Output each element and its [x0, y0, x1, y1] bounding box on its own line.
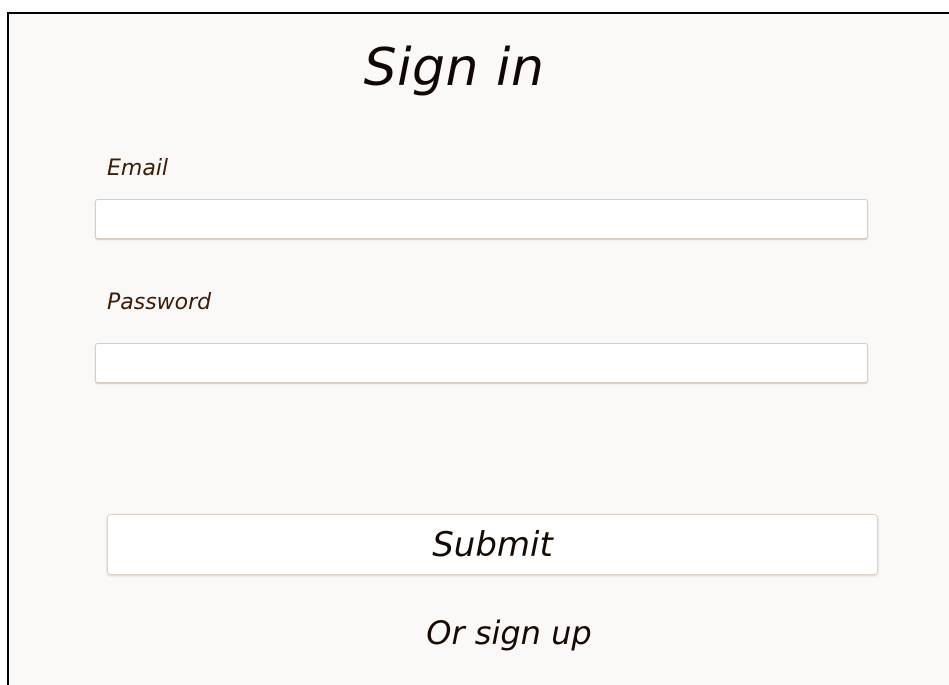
password-label: Password [107, 290, 212, 315]
submit-button[interactable]: Submit [107, 514, 878, 575]
sign-up-link[interactable]: Or sign up [9, 614, 949, 652]
page-title: Sign in [363, 38, 545, 98]
sign-in-form: Sign in Email Password Submit Or sign up [7, 12, 949, 685]
password-field[interactable] [95, 343, 868, 383]
email-label: Email [107, 156, 169, 181]
email-field[interactable] [95, 199, 868, 239]
